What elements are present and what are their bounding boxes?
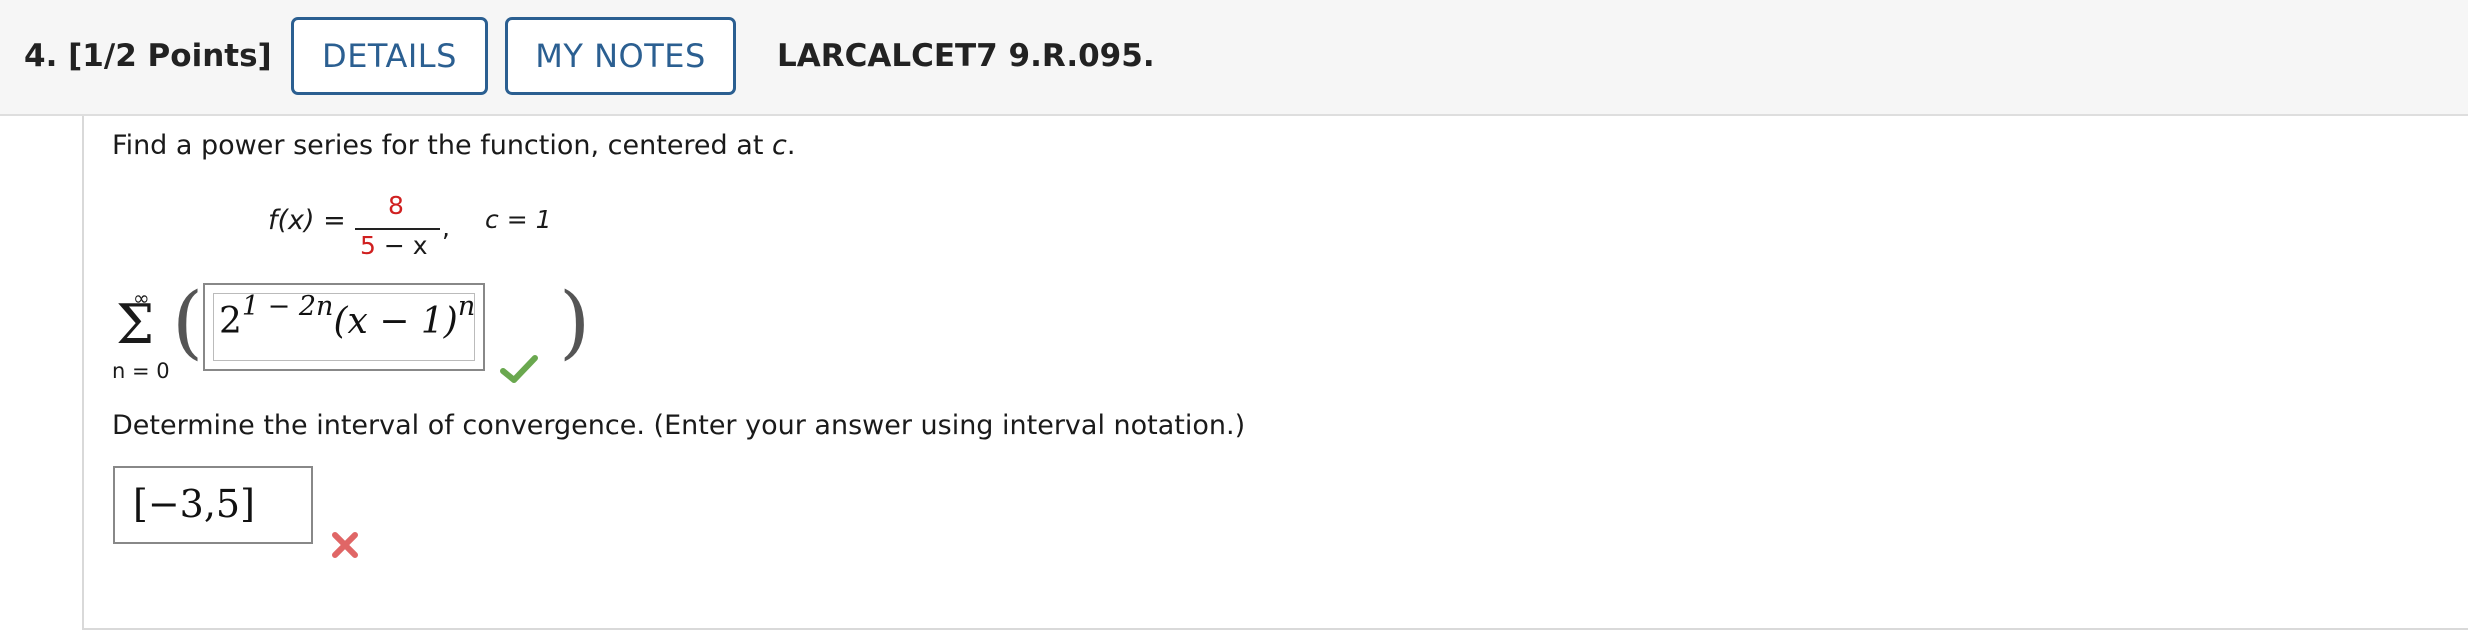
fraction-denominator: 5 − x xyxy=(360,231,428,260)
center-value: c = 1 xyxy=(485,205,552,234)
center-value-text: c = 1 xyxy=(485,205,552,234)
question-prompt: Find a power series for the function, ce… xyxy=(112,130,795,161)
series-answer-field[interactable]: 21 − 2n(x − 1)n xyxy=(203,283,485,371)
right-paren: ) xyxy=(559,275,591,368)
left-paren: ( xyxy=(172,275,204,368)
function-name: f(x) = xyxy=(268,205,346,236)
denominator-constant: 5 xyxy=(360,231,376,260)
prompt-text: Find a power series for the function, ce… xyxy=(112,130,772,161)
question-points-label: 4. [1/2 Points] xyxy=(24,38,272,74)
answer-exponent: 1 − 2n xyxy=(241,291,334,322)
fraction-bar xyxy=(355,228,440,230)
answer-base: 2 xyxy=(219,301,242,342)
answer-power: n xyxy=(457,291,476,322)
correct-check-icon xyxy=(500,355,538,383)
sum-lower-limit: n = 0 xyxy=(112,359,170,383)
prompt-variable: c xyxy=(771,130,787,161)
interval-answer-value: [−3,5] xyxy=(133,482,255,526)
fraction-comma: , xyxy=(442,213,450,242)
series-answer-value: 21 − 2n(x − 1)n xyxy=(219,291,475,342)
interval-answer-field[interactable]: [−3,5] xyxy=(113,466,313,544)
content-border xyxy=(82,116,84,630)
sigma-symbol: Σ xyxy=(116,293,155,356)
answer-factor: (x − 1) xyxy=(333,301,458,342)
function-label: f(x) = xyxy=(268,205,346,236)
question-header: 4. [1/2 Points] DETAILS MY NOTES LARCALC… xyxy=(0,0,2468,116)
details-button[interactable]: DETAILS xyxy=(291,17,488,95)
incorrect-x-icon xyxy=(332,532,358,558)
problem-code: LARCALCET7 9.R.095. xyxy=(777,38,1155,74)
my-notes-button[interactable]: MY NOTES xyxy=(505,17,736,95)
content-border-bottom xyxy=(82,628,2468,630)
fraction-numerator: 8 xyxy=(388,191,404,220)
prompt-period: . xyxy=(786,130,796,161)
interval-prompt: Determine the interval of convergence. (… xyxy=(112,410,1246,441)
denominator-variable: − x xyxy=(375,231,428,260)
